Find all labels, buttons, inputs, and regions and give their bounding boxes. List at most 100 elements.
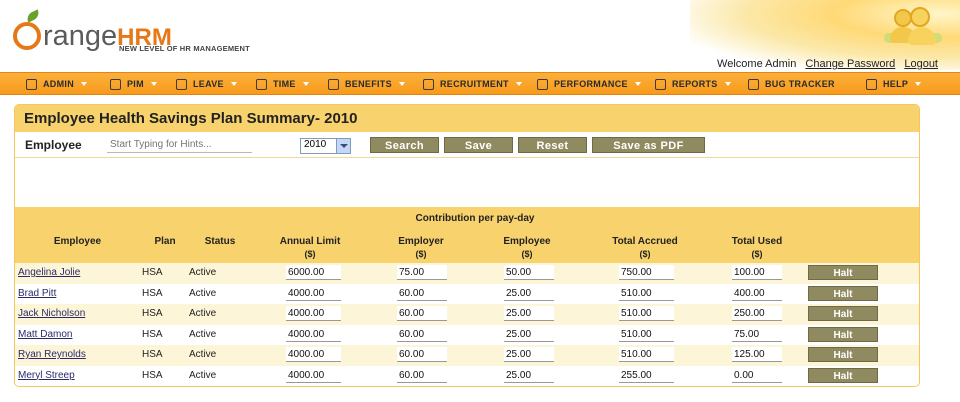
table-row: Jack Nicholson HSA Active 4000.00 60.00 … bbox=[15, 304, 919, 325]
reports-icon bbox=[655, 78, 666, 90]
employee-link[interactable]: Matt Damon bbox=[18, 329, 72, 340]
annual-limit-input[interactable]: 4000.00 bbox=[286, 347, 341, 362]
col-total-used: Total Used bbox=[731, 236, 783, 247]
reset-button[interactable]: Reset bbox=[518, 137, 587, 153]
menu-benefits[interactable]: BENEFITS bbox=[328, 73, 405, 95]
menu-label: BUG TRACKER bbox=[765, 79, 835, 89]
employee-contribution-input[interactable]: 50.00 bbox=[504, 265, 554, 280]
halt-button[interactable]: Halt bbox=[808, 306, 878, 321]
status-cell: Active bbox=[189, 349, 217, 360]
total-accrued-input[interactable]: 510.00 bbox=[619, 347, 674, 362]
menu-label: HELP bbox=[883, 79, 909, 89]
status-cell: Active bbox=[189, 308, 217, 319]
employer-input[interactable]: 60.00 bbox=[397, 306, 447, 321]
col-total-accrued-unit: ($) bbox=[639, 249, 651, 259]
halt-button[interactable]: Halt bbox=[808, 285, 878, 301]
menu-reports[interactable]: REPORTS bbox=[655, 73, 731, 95]
employee-contribution-input[interactable]: 25.00 bbox=[504, 285, 554, 301]
chevron-down-icon[interactable] bbox=[336, 139, 350, 153]
chevron-down-icon bbox=[515, 82, 522, 86]
menu-help[interactable]: HELP bbox=[866, 73, 922, 95]
user-body-2 bbox=[908, 27, 936, 45]
plan-cell: HSA bbox=[142, 349, 163, 360]
total-accrued-input[interactable]: 510.00 bbox=[619, 285, 674, 301]
menu-label: REPORTS bbox=[672, 79, 718, 89]
menu-label: LEAVE bbox=[193, 79, 224, 89]
col-annual-limit-unit: ($) bbox=[304, 249, 316, 259]
status-cell: Active bbox=[189, 267, 217, 278]
total-used-input[interactable]: 125.00 bbox=[732, 347, 782, 362]
employer-input[interactable]: 60.00 bbox=[397, 326, 447, 342]
employee-contribution-input[interactable]: 25.00 bbox=[504, 347, 554, 362]
halt-button[interactable]: Halt bbox=[808, 326, 878, 342]
employee-search-input[interactable] bbox=[107, 137, 252, 153]
time-icon bbox=[256, 78, 267, 90]
total-accrued-input[interactable]: 255.00 bbox=[619, 367, 674, 383]
chevron-down-icon bbox=[230, 82, 237, 86]
annual-limit-input[interactable]: 4000.00 bbox=[286, 367, 341, 383]
hsp-summary-panel: Employee Health Savings Plan Summary- 20… bbox=[14, 104, 920, 387]
menu-label: TIME bbox=[273, 79, 296, 89]
logout-link[interactable]: Logout bbox=[904, 58, 938, 70]
halt-button[interactable]: Halt bbox=[808, 367, 878, 383]
total-used-input[interactable]: 400.00 bbox=[732, 285, 782, 301]
employer-input[interactable]: 75.00 bbox=[397, 265, 447, 280]
message-area bbox=[15, 158, 919, 207]
employee-link[interactable]: Angelina Jolie bbox=[18, 267, 80, 278]
admin-icon bbox=[26, 78, 37, 90]
plan-cell: HSA bbox=[142, 328, 163, 340]
total-used-input[interactable]: 75.00 bbox=[732, 326, 782, 342]
col-employer-unit: ($) bbox=[415, 249, 427, 259]
total-used-input[interactable]: 100.00 bbox=[732, 265, 782, 280]
menu-time[interactable]: TIME bbox=[256, 73, 309, 95]
page-title: Employee Health Savings Plan Summary- 20… bbox=[15, 105, 919, 132]
table-row: Brad Pitt HSA Active 4000.00 60.00 25.00… bbox=[15, 283, 919, 304]
menu-label: PIM bbox=[127, 79, 144, 89]
table-row: Matt Damon HSA Active 4000.00 60.00 25.0… bbox=[15, 324, 919, 345]
menu-label: ADMIN bbox=[43, 79, 74, 89]
total-used-input[interactable]: 0.00 bbox=[732, 367, 782, 383]
benefits-icon bbox=[328, 78, 339, 90]
col-employee: Employee bbox=[53, 236, 102, 247]
annual-limit-input[interactable]: 4000.00 bbox=[286, 326, 341, 342]
annual-limit-input[interactable]: 4000.00 bbox=[286, 306, 341, 321]
employee-link[interactable]: Jack Nicholson bbox=[18, 308, 85, 319]
user-head-2 bbox=[910, 7, 930, 27]
employer-input[interactable]: 60.00 bbox=[397, 285, 447, 301]
employee-contribution-input[interactable]: 25.00 bbox=[504, 306, 554, 321]
halt-button[interactable]: Halt bbox=[808, 347, 878, 362]
menu-performance[interactable]: PERFORMANCE bbox=[537, 73, 641, 95]
performance-icon bbox=[537, 78, 548, 90]
total-accrued-input[interactable]: 750.00 bbox=[619, 265, 674, 280]
menu-bug-tracker[interactable]: BUG TRACKER bbox=[748, 73, 835, 95]
halt-button[interactable]: Halt bbox=[808, 265, 878, 280]
contribution-group-header: Contribution per pay-day bbox=[415, 213, 535, 224]
save-as-pdf-button[interactable]: Save as PDF bbox=[592, 137, 705, 153]
employee-link[interactable]: Meryl Streep bbox=[18, 370, 75, 381]
total-used-input[interactable]: 250.00 bbox=[732, 306, 782, 321]
menu-pim[interactable]: PIM bbox=[110, 73, 157, 95]
chevron-down-icon bbox=[150, 82, 157, 86]
save-button[interactable]: Save bbox=[444, 137, 513, 153]
total-accrued-input[interactable]: 510.00 bbox=[619, 306, 674, 321]
total-accrued-input[interactable]: 510.00 bbox=[619, 326, 674, 342]
employee-link[interactable]: Ryan Reynolds bbox=[18, 349, 86, 360]
menu-admin[interactable]: ADMIN bbox=[26, 73, 87, 95]
menu-recruitment[interactable]: RECRUITMENT bbox=[423, 73, 522, 95]
chevron-down-icon bbox=[398, 82, 405, 86]
search-button[interactable]: Search bbox=[370, 137, 439, 153]
change-password-link[interactable]: Change Password bbox=[805, 58, 895, 70]
employee-contribution-input[interactable]: 25.00 bbox=[504, 326, 554, 342]
annual-limit-input[interactable]: 6000.00 bbox=[286, 265, 341, 280]
employee-contribution-input[interactable]: 25.00 bbox=[504, 367, 554, 383]
col-employee-contribution-unit: ($) bbox=[521, 249, 533, 259]
menu-leave[interactable]: LEAVE bbox=[176, 73, 237, 95]
menu-label: BENEFITS bbox=[345, 79, 392, 89]
employer-input[interactable]: 60.00 bbox=[397, 347, 447, 362]
annual-limit-input[interactable]: 4000.00 bbox=[286, 285, 341, 301]
employee-link[interactable]: Brad Pitt bbox=[18, 288, 56, 299]
employer-input[interactable]: 60.00 bbox=[397, 367, 447, 383]
table-body: Angelina Jolie HSA Active 6000.00 75.00 … bbox=[15, 263, 919, 386]
year-select[interactable]: 2010 bbox=[300, 138, 351, 154]
welcome-text: Welcome Admin bbox=[717, 58, 797, 70]
